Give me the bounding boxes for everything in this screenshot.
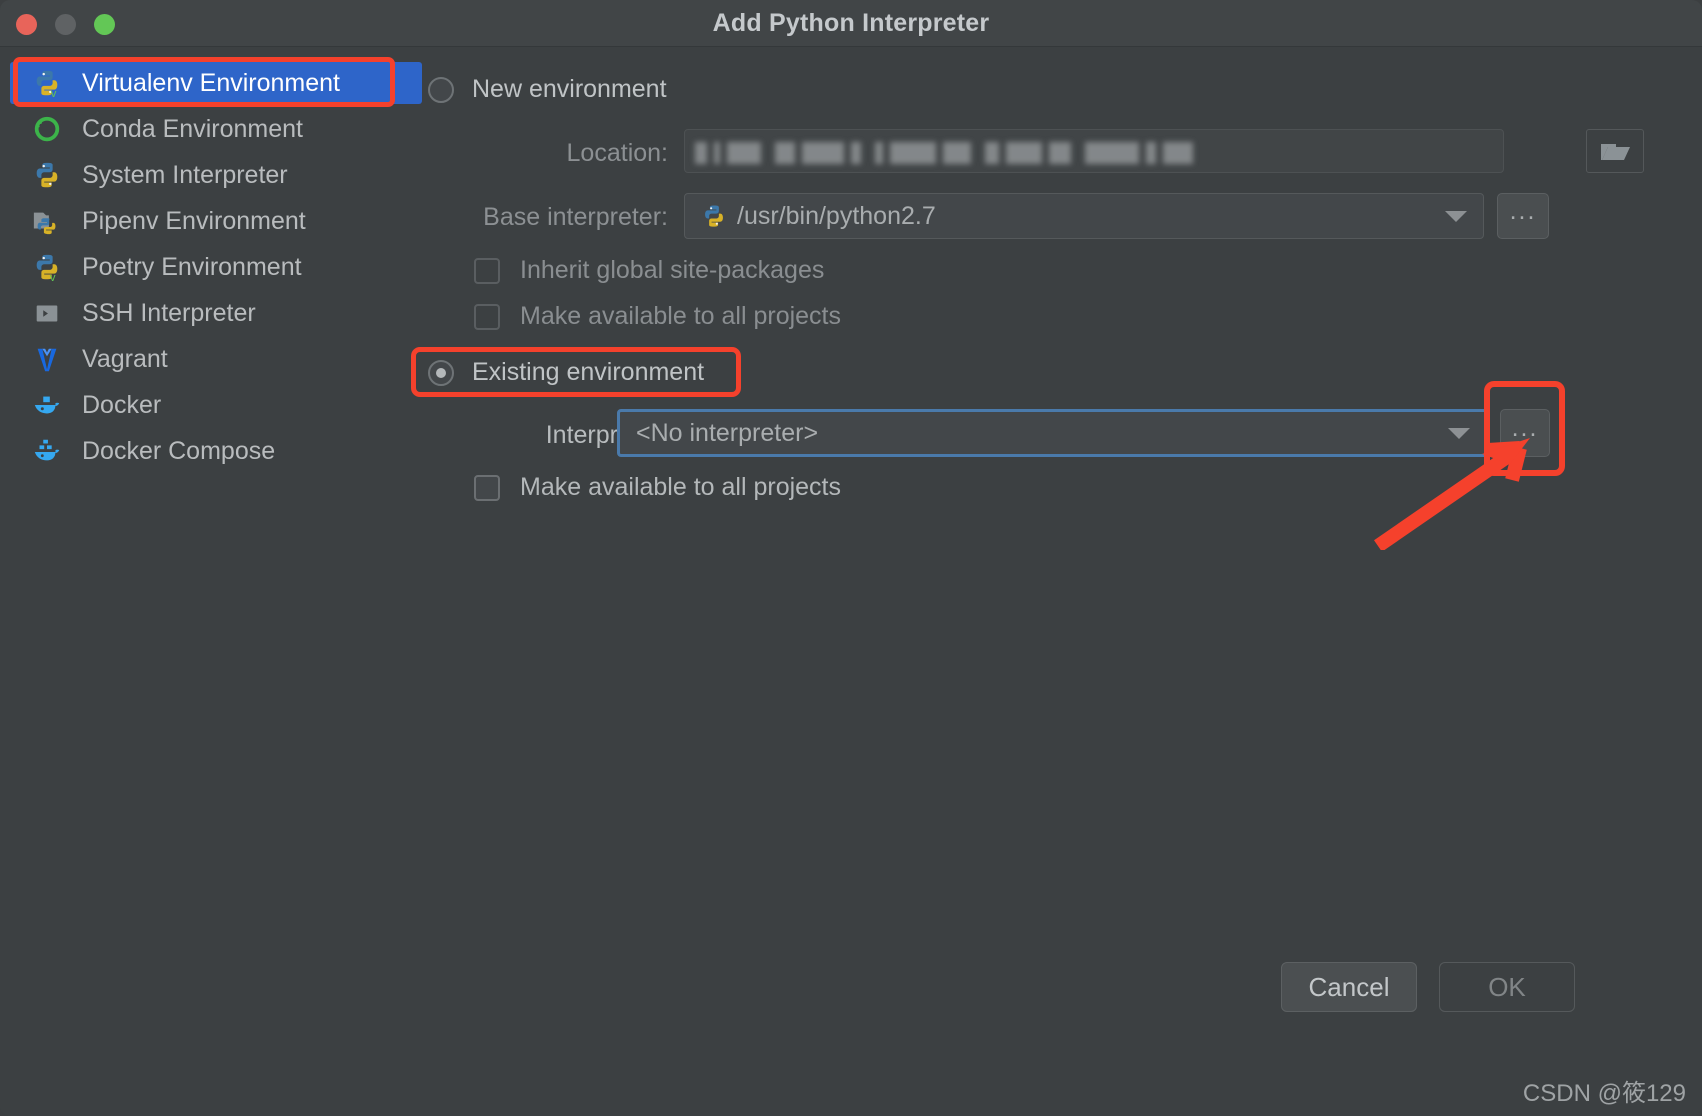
sidebar-item-pipenv-environment[interactable]: Pipenv Environment [10,200,422,242]
sidebar-item-docker[interactable]: Docker [10,384,422,426]
python-venv-icon: v [32,68,62,100]
chevron-down-icon [1448,428,1470,439]
watermark: CSDN @筱129 [1522,1080,1686,1107]
existing-environment-radio[interactable] [428,359,454,386]
poetry-icon: v [32,252,62,284]
base-interpreter-dropdown[interactable]: /usr/bin/python2.7 [684,193,1484,239]
location-label: Location: [566,139,668,167]
interpreter-value: <No interpreter> [636,418,819,447]
docker-icon [32,390,62,420]
sidebar-item-system-interpreter[interactable]: System Interpreter [10,154,422,196]
new-environment-radio-row[interactable]: New environment [428,75,667,104]
vagrant-icon [32,344,62,374]
sidebar-item-label: Vagrant [82,344,168,373]
existing-env-make-available-row[interactable]: Make available to all projects [474,473,841,502]
sidebar-item-label: Poetry Environment [82,252,302,281]
sidebar-item-vagrant[interactable]: Vagrant [10,338,422,380]
python-icon [701,203,727,229]
inherit-global-site-packages-row[interactable]: Inherit global site-packages [474,256,824,285]
sidebar-item-ssh-interpreter[interactable]: SSH Interpreter [10,292,422,334]
interpreter-browse-button[interactable]: ... [1500,409,1550,457]
new-env-make-available-row[interactable]: Make available to all projects [474,302,841,331]
existing-environment-radio-row[interactable]: Existing environment [428,358,704,387]
interpreter-dropdown[interactable]: <No interpreter> [617,409,1489,457]
location-redacted-value [695,138,1215,165]
python-icon [32,160,62,190]
sidebar-item-label: Pipenv Environment [82,206,306,235]
environment-type-sidebar: v Virtualenv Environment Conda Environme… [0,47,432,1116]
svg-text:v: v [51,88,57,98]
inherit-global-site-packages-label: Inherit global site-packages [520,256,825,284]
sidebar-item-label: Virtualenv Environment [82,68,341,97]
sidebar-item-label: Conda Environment [82,114,303,143]
sidebar-item-label: System Interpreter [82,160,288,189]
docker-compose-icon [32,436,62,466]
page-title: Add Python Interpreter [712,9,990,37]
inherit-global-site-packages-checkbox[interactable] [474,257,500,284]
sidebar-item-poetry-environment[interactable]: v Poetry Environment [10,246,422,288]
interpreter-settings-panel: New environment Location: Base interpret… [428,47,1702,1116]
location-input[interactable] [684,129,1504,173]
svg-text:v: v [50,272,56,282]
sidebar-item-label: SSH Interpreter [82,298,256,327]
sidebar-item-virtualenv-environment[interactable]: v Virtualenv Environment [10,62,422,104]
ok-button[interactable]: OK [1439,962,1575,1012]
base-interpreter-label: Base interpreter: [483,203,668,231]
conda-icon [32,114,62,144]
base-interpreter-value: /usr/bin/python2.7 [737,201,936,230]
add-python-interpreter-dialog: Add Python Interpreter v Virtualenv Envi… [0,0,1702,1116]
folder-icon [1601,144,1630,160]
existing-env-make-available-label: Make available to all projects [520,473,841,501]
new-environment-radio[interactable] [428,76,454,103]
pipenv-icon [32,206,62,236]
cancel-button[interactable]: Cancel [1281,962,1417,1012]
base-interpreter-browse-button[interactable]: ... [1497,193,1549,239]
sidebar-item-conda-environment[interactable]: Conda Environment [10,108,422,150]
new-env-make-available-checkbox[interactable] [474,303,500,330]
existing-environment-label: Existing environment [472,358,705,386]
chevron-down-icon [1445,211,1467,222]
new-environment-label: New environment [472,75,667,103]
location-browse-button[interactable] [1586,129,1644,173]
ssh-terminal-icon [32,298,62,328]
new-env-make-available-label: Make available to all projects [520,302,841,330]
sidebar-item-label: Docker Compose [82,436,276,465]
existing-env-make-available-checkbox[interactable] [474,474,500,501]
sidebar-item-docker-compose[interactable]: Docker Compose [10,430,422,472]
title-bar: Add Python Interpreter [0,0,1702,47]
sidebar-item-label: Docker [82,390,162,419]
